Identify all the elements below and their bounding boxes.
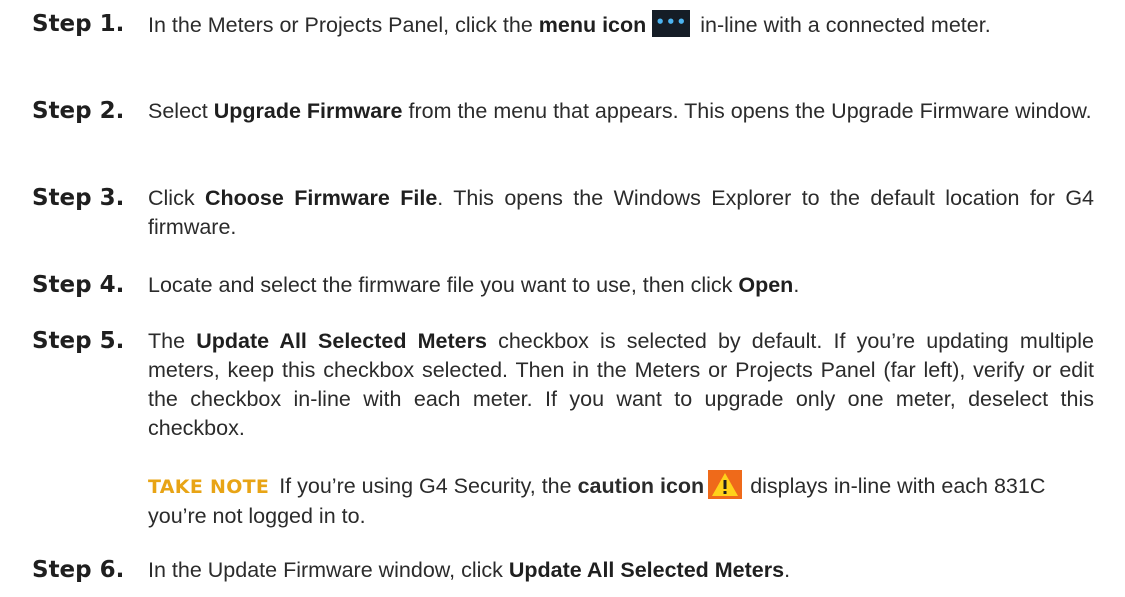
step-text-emphasis: menu icon bbox=[538, 13, 647, 37]
step-label: Step 5. bbox=[32, 328, 125, 354]
step-text-part: . bbox=[793, 273, 800, 297]
step-text: Select Upgrade Firmware from the menu th… bbox=[148, 97, 1094, 126]
step-text-emphasis: Update All Selected Meters bbox=[196, 329, 487, 353]
take-note: TAKE NOTE If you’re using G4 Security, th… bbox=[148, 470, 1094, 531]
step-text: In the Update Firmware window, click Upd… bbox=[148, 556, 1094, 585]
step-label: Step 1. bbox=[32, 11, 125, 37]
step-text: In the Meters or Projects Panel, click t… bbox=[148, 10, 1094, 40]
step-text-part: in-line with a connected meter. bbox=[700, 13, 991, 37]
step-text: The Update All Selected Meters checkbox … bbox=[148, 327, 1094, 443]
more-dots-icon: ••• bbox=[652, 10, 691, 37]
step-text-part: Click bbox=[148, 186, 205, 210]
step-text-part: from the menu that appears. This opens t… bbox=[402, 99, 1092, 123]
caution-warning-icon bbox=[708, 470, 743, 499]
note-text-emphasis: caution icon bbox=[577, 474, 705, 498]
step-label: Step 2. bbox=[32, 98, 125, 124]
instruction-page: Step 1. In the Meters or Projects Panel,… bbox=[0, 0, 1125, 597]
step-text-part: Select bbox=[148, 99, 214, 123]
step-text-part: . bbox=[784, 558, 791, 582]
step-text-emphasis: Upgrade Firmware bbox=[213, 99, 403, 123]
step-text-part: In the Meters or Projects Panel, click t… bbox=[148, 13, 539, 37]
step-text-part: In the Update Firmware window, click bbox=[148, 558, 509, 582]
step-text-emphasis: Choose Firmware File bbox=[205, 186, 438, 210]
step-text-emphasis: Update All Selected Meters bbox=[508, 558, 785, 582]
step-label: Step 6. bbox=[32, 557, 125, 583]
step-text: Locate and select the firmware file you … bbox=[148, 271, 1094, 300]
step-text: Click Choose Firmware File. This opens t… bbox=[148, 184, 1094, 242]
note-text-part: If you’re using G4 Security, the bbox=[279, 474, 578, 498]
step-label: Step 4. bbox=[32, 272, 125, 298]
step-label: Step 3. bbox=[32, 185, 125, 211]
take-note-label: TAKE NOTE bbox=[148, 476, 270, 498]
step-text-part: Locate and select the firmware file you … bbox=[148, 273, 739, 297]
step-text-emphasis: Open bbox=[738, 273, 794, 297]
step-text-part: The bbox=[148, 329, 197, 353]
